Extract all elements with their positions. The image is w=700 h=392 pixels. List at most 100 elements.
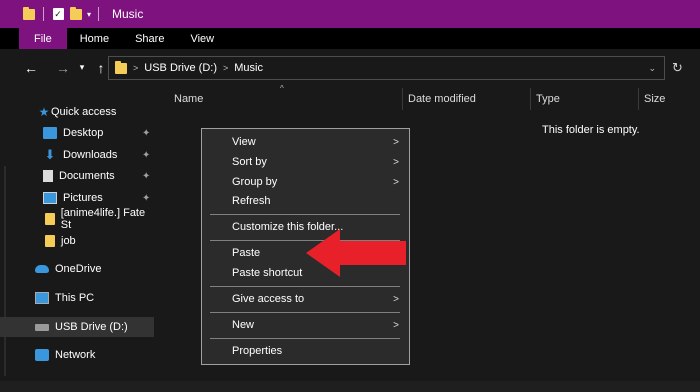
menu-item-label: Paste shortcut [232,267,303,279]
column-header-name[interactable]: Name [168,86,404,112]
pin-icon[interactable]: ✦ [142,193,150,204]
nav-item-anime-folder[interactable]: [anime4life.] Fate St [0,207,156,231]
nav-item-label: Downloads [63,149,118,161]
menu-item-properties[interactable]: Properties [202,341,409,361]
star-icon: ★ [38,105,50,119]
folder-icon [22,6,36,21]
pc-icon [35,292,49,304]
menu-item-label: Properties [232,345,283,357]
sort-arrow-icon: ^ [280,84,284,93]
menu-item-label: Group by [232,176,278,188]
menu-item-new[interactable]: New > [202,315,409,335]
menu-item-sort-by[interactable]: Sort by > [202,152,409,172]
bottom-border [0,381,700,392]
tab-file[interactable]: File [19,28,67,49]
nav-item-documents[interactable]: Documents ✦ [0,166,156,186]
navigation-pane: ★ Quick access Desktop ✦ ⬇ Downloads ✦ D… [0,86,156,392]
folder-icon [45,235,55,247]
nav-item-label: USB Drive (D:) [55,321,128,333]
documents-icon [43,170,53,182]
nav-item-label: Desktop [63,127,104,139]
window-title: Music [112,7,144,21]
nav-item-label: This PC [55,292,95,304]
column-header-type[interactable]: Type [530,86,638,112]
nav-item-downloads[interactable]: ⬇ Downloads ✦ [0,145,156,165]
tab-view[interactable]: View [177,28,227,49]
nav-item-label: Network [55,349,96,361]
quick-access-dropdown-icon[interactable]: ▾ [87,10,91,19]
column-label: Type [536,93,560,105]
network-icon [35,349,49,361]
pin-icon[interactable]: ✦ [142,171,150,182]
menu-item-view[interactable]: View > [202,132,409,152]
column-header-date-modified[interactable]: Date modified [402,86,530,112]
desktop-icon [43,127,57,139]
menu-item-group-by[interactable]: Group by > [202,172,409,192]
menu-item-refresh[interactable]: Refresh [202,191,409,211]
folder-icon [115,60,127,74]
nav-item-job[interactable]: job [0,231,156,251]
folder-icon [45,213,55,225]
properties-icon[interactable]: ✓ [51,7,65,21]
breadcrumb-music[interactable]: Music [234,62,263,74]
download-icon: ⬇ [44,147,56,162]
navigation-row: ← → ▾ ↑ > USB Drive (D:) > Music ⌄ ↻ [0,49,700,86]
pin-icon[interactable]: ✦ [142,150,150,161]
nav-item-label: [anime4life.] Fate St [60,207,146,231]
refresh-icon[interactable]: ↻ [672,60,683,76]
menu-item-give-access-to[interactable]: Give access to > [202,289,409,309]
new-folder-icon[interactable] [69,6,83,21]
nav-item-usb-drive[interactable]: USB Drive (D:) [0,317,154,337]
breadcrumb-separator-icon: > [133,63,139,73]
menu-separator [210,312,400,313]
nav-item-label: Pictures [63,192,103,204]
submenu-arrow-icon: > [393,136,399,148]
submenu-arrow-icon: > [393,156,399,168]
recent-locations-icon[interactable]: ▾ [75,62,89,73]
empty-folder-message: This folder is empty. [542,124,640,136]
menu-item-label: View [232,136,256,148]
address-dropdown-icon[interactable]: ⌄ [648,63,656,74]
menu-item-label: Paste [232,247,261,259]
pin-icon[interactable]: ✦ [142,128,150,139]
back-arrow-icon[interactable]: ← [19,60,43,76]
tab-home[interactable]: Home [67,28,122,49]
nav-item-quick-access[interactable]: ★ Quick access [0,102,156,122]
separator [43,7,44,21]
menu-separator [210,214,400,215]
nav-item-pictures[interactable]: Pictures ✦ [0,188,156,208]
address-bar[interactable]: > USB Drive (D:) > Music ⌄ [108,56,665,80]
menu-item-label: Refresh [232,195,271,207]
forward-arrow-icon[interactable]: → [51,60,75,76]
column-header-size[interactable]: Size [638,86,698,112]
menu-separator [210,286,400,287]
nav-item-network[interactable]: Network [0,345,156,365]
submenu-arrow-icon: > [393,293,399,305]
breadcrumb-separator-icon: > [223,63,229,73]
submenu-arrow-icon: > [393,319,399,331]
nav-item-label: Quick access [51,106,117,118]
submenu-arrow-icon: > [393,176,399,188]
menu-item-label: New [232,319,255,331]
column-label: Date modified [408,93,476,105]
menu-item-label: Sort by [232,156,267,168]
nav-item-this-pc[interactable]: This PC [0,288,156,308]
menu-item-label: Give access to [232,293,305,305]
nav-item-label: job [61,235,76,247]
ribbon-tabs: File Home Share View [0,28,700,49]
column-label: Size [644,93,666,105]
nav-item-label: Documents [59,170,115,182]
nav-item-label: OneDrive [55,263,102,275]
breadcrumb-usb-drive[interactable]: USB Drive (D:) [144,62,217,74]
column-label: Name [174,93,204,105]
nav-item-onedrive[interactable]: OneDrive [0,259,156,279]
menu-separator [210,338,400,339]
nav-item-desktop[interactable]: Desktop ✦ [0,123,156,143]
usb-drive-icon [35,323,49,331]
annotation-arrow-icon [306,229,406,277]
separator [98,7,100,21]
pictures-icon [43,192,57,204]
tab-share[interactable]: Share [122,28,177,49]
title-bar: ✓ ▾ Music [0,0,700,28]
cloud-icon [35,265,49,273]
